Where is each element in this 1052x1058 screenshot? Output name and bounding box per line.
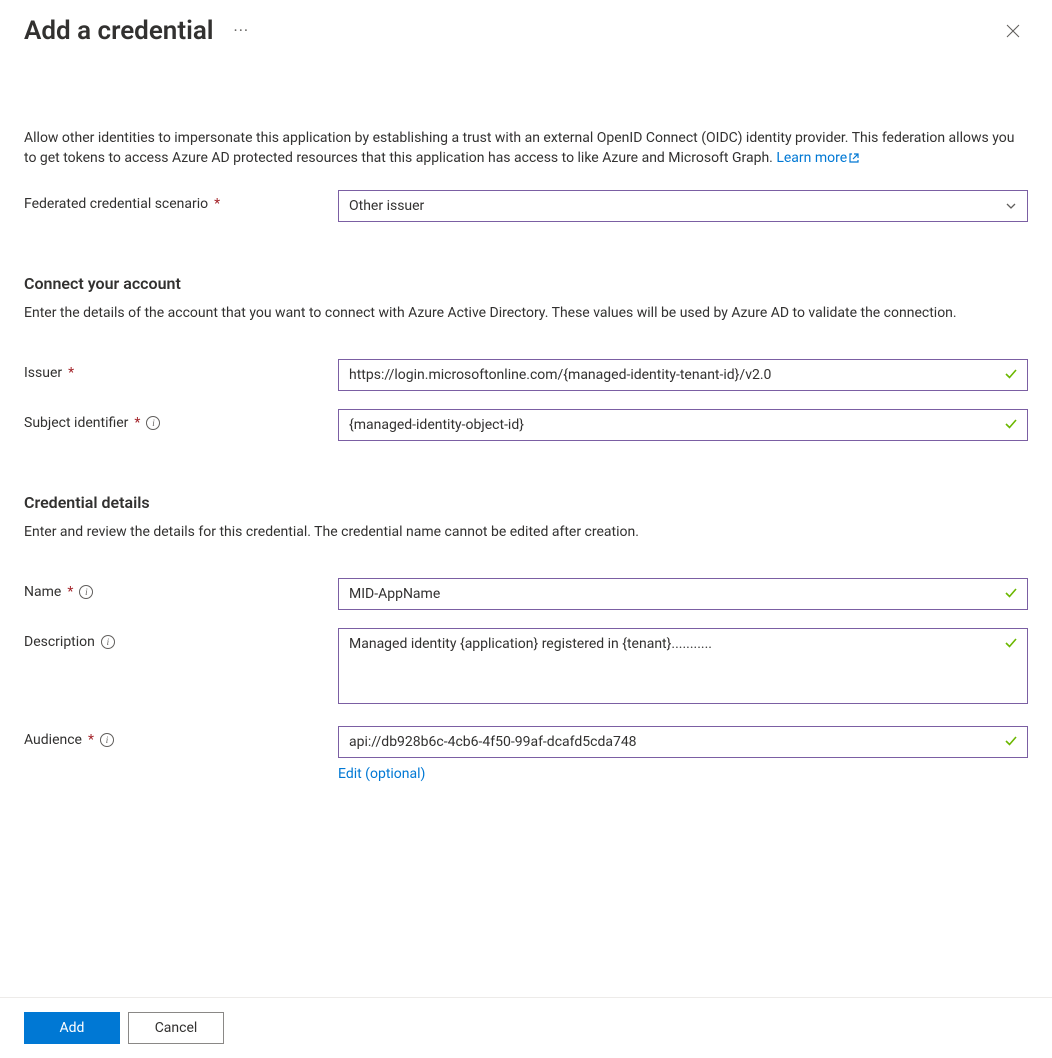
name-label: Name * i <box>24 578 338 600</box>
check-icon <box>1004 367 1018 381</box>
close-icon[interactable] <box>998 16 1028 46</box>
info-icon[interactable]: i <box>79 585 93 599</box>
issuer-label: Issuer * <box>24 359 338 381</box>
details-section-desc: Enter and review the details for this cr… <box>24 522 1028 542</box>
audience-field: Edit (optional) <box>338 726 1028 782</box>
add-button[interactable]: Add <box>24 1012 120 1044</box>
required-indicator: * <box>67 584 73 600</box>
chevron-down-icon <box>1005 200 1017 212</box>
info-icon[interactable]: i <box>146 416 160 430</box>
description-row: Description i <box>24 628 1028 708</box>
external-link-icon <box>848 152 860 164</box>
title-row: Add a credential ··· <box>24 16 253 46</box>
audience-label: Audience * i <box>24 726 338 748</box>
page-title: Add a credential <box>24 16 214 46</box>
required-indicator: * <box>88 732 94 748</box>
more-icon[interactable]: ··· <box>230 19 254 43</box>
info-icon[interactable]: i <box>101 635 115 649</box>
blade-header: Add a credential ··· <box>0 0 1052 46</box>
check-icon <box>1004 586 1018 600</box>
description-label: Description i <box>24 628 338 650</box>
connect-section-title: Connect your account <box>24 274 1028 293</box>
info-icon[interactable]: i <box>100 733 114 747</box>
details-section-title: Credential details <box>24 493 1028 512</box>
issuer-input[interactable] <box>338 359 1028 391</box>
subject-field <box>338 409 1028 441</box>
subject-row: Subject identifier * i <box>24 409 1028 441</box>
name-row: Name * i <box>24 578 1028 610</box>
scenario-field: Other issuer <box>338 190 1028 222</box>
audience-input[interactable] <box>338 726 1028 758</box>
scenario-value: Other issuer <box>349 198 424 214</box>
description-field <box>338 628 1028 708</box>
check-icon <box>1004 636 1018 650</box>
connect-section-desc: Enter the details of the account that yo… <box>24 303 1028 323</box>
subject-label: Subject identifier * i <box>24 409 338 431</box>
check-icon <box>1004 734 1018 748</box>
audience-row: Audience * i Edit (optional) <box>24 726 1028 782</box>
intro-body: Allow other identities to impersonate th… <box>24 130 1014 166</box>
subject-input[interactable] <box>338 409 1028 441</box>
name-field <box>338 578 1028 610</box>
footer: Add Cancel <box>0 997 1052 1058</box>
content: Allow other identities to impersonate th… <box>0 128 1052 782</box>
issuer-row: Issuer * <box>24 359 1028 391</box>
audience-edit-link[interactable]: Edit (optional) <box>338 766 1028 782</box>
name-input[interactable] <box>338 578 1028 610</box>
check-icon <box>1004 417 1018 431</box>
scenario-label: Federated credential scenario * <box>24 190 338 212</box>
scenario-row: Federated credential scenario * Other is… <box>24 190 1028 222</box>
scenario-dropdown[interactable]: Other issuer <box>338 190 1028 222</box>
learn-more-link[interactable]: Learn more <box>776 150 860 166</box>
cancel-button[interactable]: Cancel <box>128 1012 224 1044</box>
required-indicator: * <box>134 415 140 431</box>
required-indicator: * <box>68 365 74 381</box>
required-indicator: * <box>214 196 220 212</box>
intro-text: Allow other identities to impersonate th… <box>24 128 1028 168</box>
description-input[interactable] <box>338 628 1028 704</box>
issuer-field <box>338 359 1028 391</box>
